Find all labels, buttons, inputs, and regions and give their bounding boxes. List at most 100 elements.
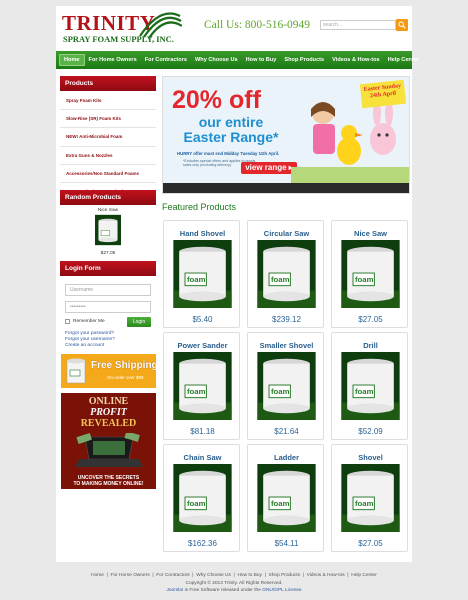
product-card[interactable]: Smaller Shovel foam $21.64: [247, 332, 324, 440]
product-name[interactable]: Nice Saw: [332, 229, 409, 238]
product-price: $239.12: [272, 315, 301, 324]
easter-sale-banner[interactable]: 20% off our entire Easter Range* HURRY o…: [162, 76, 410, 194]
banner-offer: HURRY offer must end Midday Tuesday 11th…: [177, 151, 280, 156]
footer-link-why-choose-us[interactable]: Why Choose Us: [196, 573, 231, 578]
product-name[interactable]: Smaller Shovel: [248, 341, 325, 350]
svg-text:foam: foam: [271, 275, 290, 284]
nav-for-home-owners[interactable]: For Home Owners: [85, 54, 141, 66]
product-image[interactable]: [95, 214, 121, 246]
product-image[interactable]: foam: [341, 240, 400, 308]
product-price: $52.09: [358, 427, 383, 436]
product-image[interactable]: foam: [341, 352, 400, 420]
product-price: $162.36: [188, 539, 217, 548]
svg-text:foam: foam: [271, 387, 290, 396]
product-price: $21.64: [274, 427, 299, 436]
banner-headline: 20% off: [172, 86, 261, 114]
nav-shop-products[interactable]: Shop Products: [280, 54, 328, 66]
product-price: $5.40: [192, 315, 213, 324]
product-name[interactable]: Hand Shovel: [164, 229, 241, 238]
footer-link-shop-products[interactable]: Shop Products: [269, 573, 300, 578]
products-menu-item[interactable]: NEW! Anti-Microbial Foam: [60, 128, 156, 147]
products-menu-item[interactable]: Slow-Rise (SR) Foam Kits: [60, 110, 156, 129]
product-image[interactable]: foam: [173, 464, 232, 532]
random-product[interactable]: Nice Saw $27.05: [60, 206, 156, 256]
nav-help-center[interactable]: Help Center: [384, 54, 423, 66]
footer-link-help-center[interactable]: Help Center: [351, 573, 377, 578]
free-shipping-promo[interactable]: Free Shipping On order over $99: [61, 354, 156, 388]
search-input[interactable]: search...: [320, 20, 396, 30]
nav-videos-how-tos[interactable]: Videos & How-tos: [328, 54, 383, 66]
promo-line: PROFIT: [90, 407, 127, 418]
product-image[interactable]: foam: [173, 352, 232, 420]
banner-footer-strip: [163, 183, 409, 193]
online-profit-promo[interactable]: ONLINE PROFIT REVEALED UNCOVER THE SECRE…: [61, 393, 156, 489]
laptop-money-icon: [75, 433, 143, 467]
username-input[interactable]: Username: [65, 284, 151, 296]
banner-subhead: our entire Easter Range*: [183, 114, 279, 145]
product-name[interactable]: Ladder: [248, 453, 325, 462]
product-image[interactable]: foam: [257, 464, 316, 532]
create-account-link[interactable]: Create an account: [65, 343, 104, 348]
footer-link-home[interactable]: Home: [91, 573, 104, 578]
logo-tagline: SPRAY FOAM SUPPLY, INC.: [63, 34, 174, 44]
svg-text:foam: foam: [355, 387, 374, 396]
forgot-password-link[interactable]: Forgot your password?: [65, 331, 114, 336]
gpl-license-link[interactable]: GNU/GPL License: [262, 588, 301, 593]
main-nav: Home For Home Owners For Contractors Why…: [56, 51, 419, 69]
product-name[interactable]: Shovel: [332, 453, 409, 462]
footer-copyright: Copyright © 2013 Trinity. All Rights Res…: [185, 581, 283, 586]
random-product-name[interactable]: Nice Saw: [60, 208, 156, 213]
joomla-link[interactable]: Joomla!: [166, 588, 183, 593]
svg-text:foam: foam: [271, 499, 290, 508]
product-image[interactable]: foam: [341, 464, 400, 532]
products-menu-item[interactable]: Accessories/Non Standard Foams: [60, 165, 156, 183]
promo-line: REVEALED: [80, 418, 137, 429]
nav-home[interactable]: Home: [59, 54, 85, 66]
remember-me-checkbox[interactable]: [65, 319, 70, 324]
footer-nav: Home | For Home Owners | For Contractors…: [91, 573, 377, 578]
product-name[interactable]: Drill: [332, 341, 409, 350]
promo-bottom-line: TO MAKING MONEY ONLINE!: [73, 481, 144, 487]
product-image[interactable]: foam: [257, 240, 316, 308]
product-card[interactable]: Shovel foam $27.05: [331, 444, 408, 552]
nav-how-to-buy[interactable]: How to Buy: [242, 54, 281, 66]
svg-text:foam: foam: [355, 275, 374, 284]
footer-link-videos[interactable]: Videos & How-tos: [307, 573, 345, 578]
product-card[interactable]: Chain Saw foam $162.36: [163, 444, 240, 552]
remember-me[interactable]: Remember Me: [65, 319, 105, 324]
nav-why-choose-us[interactable]: Why Choose Us: [191, 54, 242, 66]
product-card[interactable]: Drill foam $52.09: [331, 332, 408, 440]
footer-link-home-owners[interactable]: For Home Owners: [111, 573, 150, 578]
svg-text:foam: foam: [355, 499, 374, 508]
products-menu-item[interactable]: Spray Foam Kits: [60, 92, 156, 111]
products-menu-item[interactable]: Extra Guns & Nozzles: [60, 147, 156, 165]
remember-me-label: Remember Me: [73, 319, 105, 324]
login-button[interactable]: Login: [127, 317, 151, 327]
product-image[interactable]: foam: [257, 352, 316, 420]
footer-link-contractors[interactable]: For Contractors: [156, 573, 189, 578]
product-card[interactable]: Hand Shovel foam $5.40: [163, 220, 240, 328]
product-name[interactable]: Circular Saw: [248, 229, 325, 238]
password-input[interactable]: •••••••••: [65, 301, 151, 313]
site-logo[interactable]: TRINITY SPRAY FOAM SUPPLY, INC.: [62, 12, 182, 46]
product-card[interactable]: Nice Saw foam $27.05: [331, 220, 408, 328]
easter-date-tag: Easter Sunday 24th April: [359, 79, 407, 109]
product-card[interactable]: Circular Saw foam $239.12: [247, 220, 324, 328]
free-shipping-subtitle: On order over $99: [107, 375, 144, 380]
product-card[interactable]: Power Sander foam $81.18: [163, 332, 240, 440]
phone-number: Call Us: 800-516-0949: [204, 19, 311, 31]
view-range-button[interactable]: view range ▸: [241, 162, 297, 174]
svg-text:foam: foam: [187, 275, 206, 284]
nav-for-contractors[interactable]: For Contractors: [141, 54, 191, 66]
foam-kit-icon: [66, 358, 86, 384]
product-name[interactable]: Chain Saw: [164, 453, 241, 462]
search-button[interactable]: [396, 19, 408, 31]
products-heading: Products: [60, 76, 156, 91]
product-name[interactable]: Power Sander: [164, 341, 241, 350]
product-image[interactable]: foam: [173, 240, 232, 308]
forgot-username-link[interactable]: Forgot your username?: [65, 337, 115, 342]
products-menu: Spray Foam Kits Slow-Rise (SR) Foam Kits…: [60, 92, 156, 202]
footer-link-how-to-buy[interactable]: How to Buy: [237, 573, 262, 578]
free-shipping-title: Free Shipping: [91, 360, 156, 371]
product-card[interactable]: Ladder foam $54.11: [247, 444, 324, 552]
